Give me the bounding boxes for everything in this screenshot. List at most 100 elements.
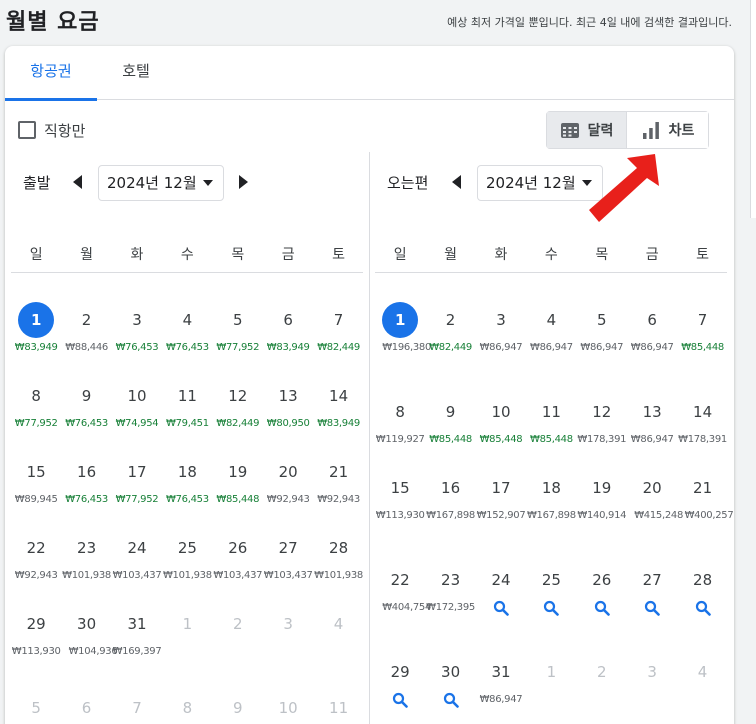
departure-month-select[interactable]: 2024년 12월: [98, 165, 224, 201]
departure-day-cell[interactable]: 13 ₩80,950: [263, 378, 313, 431]
day-number: 5: [31, 699, 41, 717]
day-number: 2: [445, 311, 456, 329]
departure-day-cell: 7: [112, 690, 162, 724]
departure-day-cell[interactable]: 19 ₩85,448: [213, 454, 263, 507]
departure-day-cell[interactable]: 17 ₩77,952: [112, 454, 162, 507]
departure-day-cell[interactable]: 8 ₩77,952: [11, 378, 61, 431]
departure-day-cell[interactable]: 20 ₩92,943: [263, 454, 313, 507]
departure-day-cell[interactable]: 23 ₩101,938: [61, 530, 111, 583]
departure-day-cell[interactable]: 10 ₩74,954: [112, 378, 162, 431]
departure-day-cell[interactable]: 21 ₩92,943: [313, 454, 363, 507]
return-day-cell[interactable]: 16 ₩167,898: [425, 470, 475, 523]
departure-day-cell[interactable]: 12 ₩82,449: [213, 378, 263, 431]
departure-next-month-icon[interactable]: [236, 174, 250, 190]
return-day-cell[interactable]: 25: [526, 562, 576, 616]
day-number: 29: [390, 663, 410, 681]
departure-day-cell[interactable]: 30 ₩104,936: [61, 606, 118, 659]
calendar-view-button[interactable]: 달력: [547, 112, 627, 148]
return-day-cell[interactable]: 19 ₩140,914: [577, 470, 627, 523]
departure-day-cell[interactable]: 1 ₩83,949: [11, 302, 61, 355]
return-day-cell[interactable]: 23 ₩172,395: [425, 562, 475, 615]
departure-day-cell[interactable]: 4 ₩76,453: [162, 302, 212, 355]
return-day-cell[interactable]: 14 ₩178,391: [677, 394, 727, 447]
departure-day-cell[interactable]: 31 ₩169,397: [112, 606, 162, 659]
return-day-cell[interactable]: 7 ₩85,448: [677, 302, 727, 355]
departure-day-cell[interactable]: 15 ₩89,945: [11, 454, 61, 507]
day-number: 25: [177, 539, 197, 557]
return-day-cell[interactable]: 17 ₩152,907: [476, 470, 526, 523]
departure-day-cell[interactable]: 25 ₩101,938: [162, 530, 212, 583]
departure-day-cell[interactable]: 27 ₩103,437: [263, 530, 313, 583]
departure-day-cell[interactable]: 22 ₩92,943: [11, 530, 61, 583]
departure-day-cell[interactable]: 9 ₩76,453: [61, 378, 111, 431]
chart-view-button[interactable]: 차트: [627, 112, 708, 148]
return-day-cell[interactable]: 10 ₩85,448: [476, 394, 526, 447]
return-prev-month-icon[interactable]: [450, 174, 464, 190]
return-day-cell[interactable]: 5 ₩86,947: [577, 302, 627, 355]
departure-prev-month-icon[interactable]: [71, 174, 85, 190]
return-day-cell[interactable]: 22 ₩404,754: [375, 562, 431, 615]
return-day-cell: 2: [577, 654, 627, 690]
day-number: 6: [81, 699, 92, 717]
nonstop-checkbox[interactable]: [18, 121, 36, 139]
day-number: 14: [693, 403, 713, 421]
day-price: ₩169,397: [112, 646, 162, 657]
day-number: 20: [278, 463, 298, 481]
departure-day-cell[interactable]: 6 ₩83,949: [263, 302, 313, 355]
day-number: 5: [233, 311, 243, 329]
tab-bar: 항공권 호텔: [5, 46, 734, 101]
return-day-cell[interactable]: 30: [425, 654, 475, 708]
return-day-cell[interactable]: 15 ₩113,930: [375, 470, 425, 523]
day-number: 18: [541, 479, 561, 497]
departure-day-cell[interactable]: 14 ₩83,949: [313, 378, 363, 431]
return-day-cell: 1: [526, 654, 576, 690]
day-number: 1: [546, 663, 557, 681]
departure-day-cell[interactable]: 2 ₩88,446: [61, 302, 111, 355]
return-day-cell[interactable]: 4 ₩86,947: [526, 302, 576, 355]
departure-day-cell[interactable]: 26 ₩103,437: [213, 530, 263, 583]
day-number: 30: [441, 663, 461, 681]
day-number: 3: [132, 311, 142, 329]
departure-day-cell[interactable]: 5 ₩77,952: [213, 302, 263, 355]
return-day-cell[interactable]: 31 ₩86,947: [476, 654, 526, 707]
departure-day-cell[interactable]: 3 ₩76,453: [112, 302, 162, 355]
return-day-cell[interactable]: 24: [476, 562, 526, 616]
return-day-cell[interactable]: 28: [677, 562, 727, 616]
return-day-cell[interactable]: 1 ₩196,380: [375, 302, 431, 355]
return-day-cell[interactable]: 29: [375, 654, 425, 708]
departure-day-cell[interactable]: 28 ₩101,938: [313, 530, 363, 583]
nonstop-filter[interactable]: 직항만: [18, 120, 85, 140]
return-day-cell[interactable]: 27: [627, 562, 677, 616]
departure-day-cell[interactable]: 29 ₩113,930: [11, 606, 61, 659]
departure-day-cell[interactable]: 18 ₩76,453: [162, 454, 212, 507]
return-day-cell[interactable]: 13 ₩86,947: [627, 394, 677, 447]
return-day-cell[interactable]: 2 ₩82,449: [425, 302, 475, 355]
tab-hotels[interactable]: 호텔: [97, 46, 175, 100]
weekday-label: 목: [595, 247, 609, 263]
return-day-cell[interactable]: 8 ₩119,927: [375, 394, 425, 447]
return-day-cell[interactable]: 20 ₩415,248: [627, 470, 684, 523]
departure-day-cell[interactable]: 24 ₩103,437: [112, 530, 162, 583]
day-number: 9: [445, 403, 456, 421]
day-price: ₩415,248: [634, 510, 684, 521]
return-day-cell[interactable]: 9 ₩85,448: [425, 394, 475, 447]
day-price: ₩113,930: [11, 646, 61, 657]
return-day-cell[interactable]: 12 ₩178,391: [577, 394, 627, 447]
return-day-cell[interactable]: 18 ₩167,898: [526, 470, 576, 523]
chart-view-label: 차트: [668, 123, 695, 139]
day-price: ₩76,453: [165, 494, 209, 505]
return-day-cell[interactable]: 6 ₩86,947: [627, 302, 677, 355]
return-day-cell[interactable]: 21 ₩400,257: [677, 470, 734, 523]
day-number: 19: [228, 463, 248, 481]
day-price: ₩103,437: [213, 570, 263, 581]
departure-day-cell[interactable]: 11 ₩79,451: [162, 378, 212, 431]
day-number: 26: [228, 539, 248, 557]
departure-day-cell[interactable]: 7 ₩82,449: [313, 302, 363, 355]
day-price: ₩85,448: [529, 434, 573, 445]
return-day-cell[interactable]: 26: [577, 562, 627, 616]
departure-day-cell[interactable]: 16 ₩76,453: [61, 454, 111, 507]
tab-flights[interactable]: 항공권: [5, 46, 97, 101]
return-day-cell[interactable]: 3 ₩86,947: [476, 302, 526, 355]
day-price: ₩113,930: [375, 510, 425, 521]
return-day-cell[interactable]: 11 ₩85,448: [526, 394, 576, 447]
